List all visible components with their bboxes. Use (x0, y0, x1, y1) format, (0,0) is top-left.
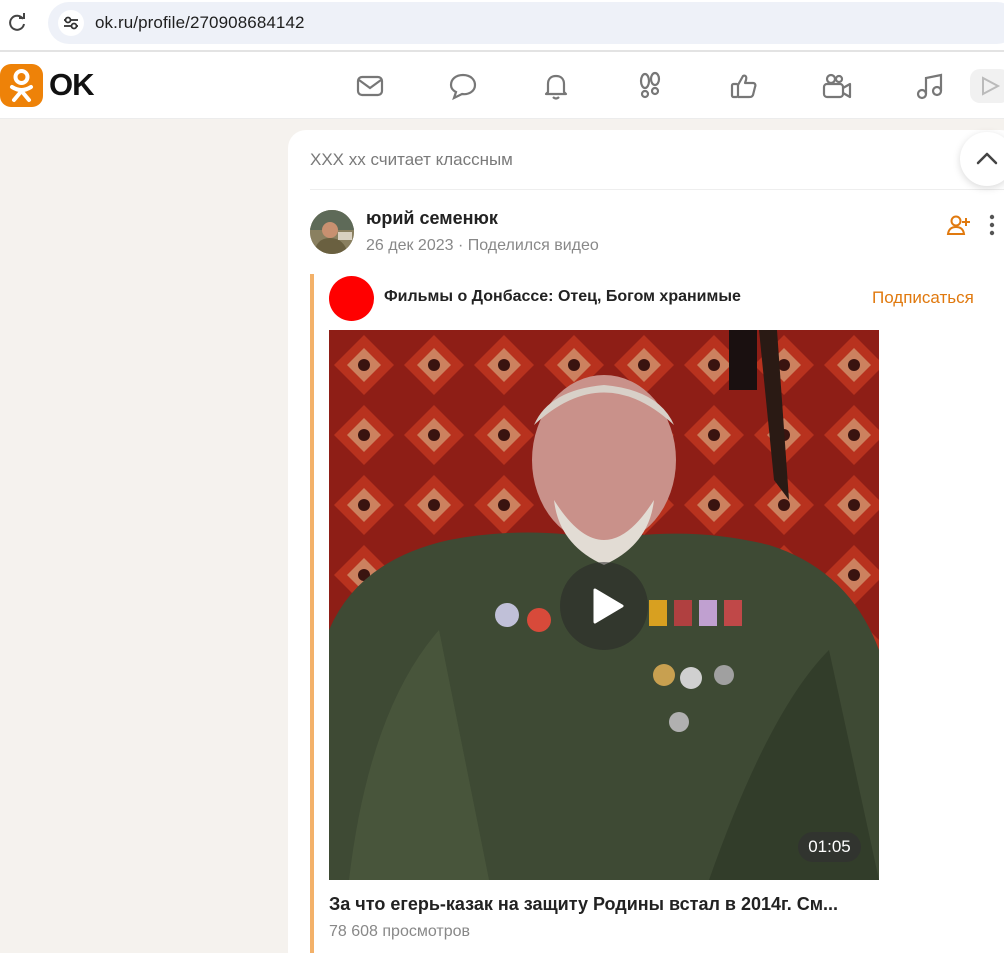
footprints-icon[interactable] (634, 70, 666, 102)
video-duration: 01:05 (798, 832, 861, 862)
post-date[interactable]: 26 дек 2023 (366, 237, 454, 254)
music-note-icon[interactable] (914, 70, 946, 102)
meta-separator: · (457, 237, 464, 254)
add-friend-icon[interactable] (946, 212, 972, 238)
thumbs-up-icon[interactable] (728, 70, 760, 102)
more-options-icon[interactable] (986, 212, 998, 238)
reposted-content: Фильмы о Донбассе: Отец, Богом хранимые … (310, 274, 1004, 953)
collapse-button[interactable] (960, 132, 1004, 186)
feed-card: XXX xx считает классным юрий семенюк 26 … (288, 130, 1004, 953)
video-player[interactable]: 01:05 (329, 330, 879, 880)
subscribe-button[interactable]: Подписаться (872, 288, 974, 308)
url-text[interactable]: ok.ru/profile/270908684142 (95, 13, 305, 33)
browser-toolbar: ok.ru/profile/270908684142 (0, 0, 1004, 50)
post-action: Поделился видео (467, 237, 599, 254)
video-camera-icon[interactable] (821, 70, 853, 102)
group-name[interactable]: Фильмы о Донбассе: Отец, Богом хранимые (384, 288, 741, 306)
view-count: 78 608 просмотров (329, 923, 471, 940)
author-name[interactable]: юрий семенюк (366, 208, 498, 229)
group-avatar[interactable] (329, 276, 374, 321)
avatar[interactable] (310, 210, 354, 254)
ok-logo-icon[interactable] (0, 64, 43, 107)
bell-icon[interactable] (540, 70, 572, 102)
play-button[interactable] (560, 562, 648, 650)
ok-wordmark[interactable]: OK (49, 67, 94, 103)
chat-icon[interactable] (447, 70, 479, 102)
site-header: OK (0, 52, 1004, 119)
reload-icon[interactable] (6, 12, 28, 34)
divider (310, 189, 1004, 190)
video-nav-button[interactable] (970, 69, 1004, 103)
video-title[interactable]: За что егерь-казак на защиту Родины вста… (329, 894, 879, 915)
address-bar[interactable]: ok.ru/profile/270908684142 (48, 2, 1004, 44)
liked-by-text: XXX xx считает классным (310, 150, 513, 169)
post-meta: 26 дек 2023 · Поделился видео (366, 237, 599, 255)
mail-icon[interactable] (354, 70, 386, 102)
site-settings-icon[interactable] (58, 10, 84, 36)
